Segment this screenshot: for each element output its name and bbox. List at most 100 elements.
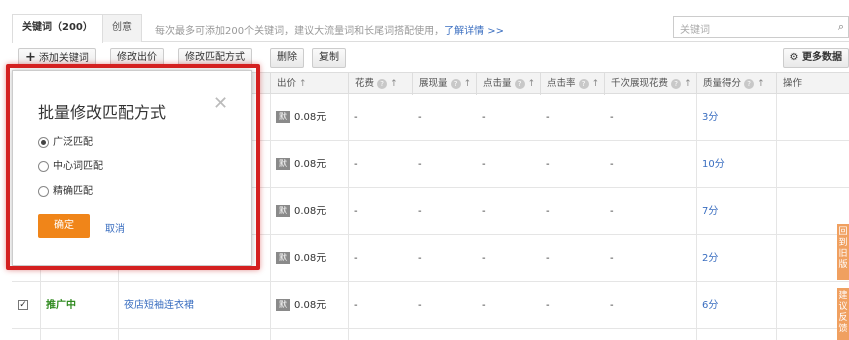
cpm-cell: - — [610, 159, 614, 170]
col-clicks-label: 点击量 — [483, 78, 512, 89]
col-price-label: 出价 — [277, 78, 297, 89]
impressions-cell: - — [418, 159, 422, 170]
price-value: 0.08元 — [294, 159, 327, 170]
impressions-cell: - — [418, 253, 422, 264]
default-price-icon: 默 — [276, 252, 290, 264]
impressions-cell: - — [418, 206, 422, 217]
radio-icon[interactable] — [38, 160, 49, 172]
price-value: 0.08元 — [294, 206, 327, 217]
search-icon[interactable]: ⌕ — [838, 20, 844, 34]
price-value: 0.08元 — [294, 112, 327, 123]
col-cpm-label: 千次展现花费 — [611, 78, 669, 89]
radio-label: 精确匹配 — [53, 186, 93, 197]
clicks-cell: - — [482, 112, 486, 123]
add-keyword-button[interactable]: + 添加关键词 — [18, 48, 96, 68]
cpm-cell: - — [610, 300, 614, 311]
help-icon[interactable]: ? — [514, 78, 525, 89]
cost-cell: - — [354, 300, 358, 311]
search-input[interactable]: 关键词 ⌕ — [673, 16, 849, 38]
ctr-cell: - — [546, 112, 550, 123]
learn-more-link[interactable]: 了解详情 >> — [444, 26, 504, 37]
close-icon[interactable]: ✕ — [213, 93, 228, 114]
help-icon[interactable]: ? — [578, 78, 589, 89]
sort-arrow-icon: ↑ — [390, 79, 398, 89]
help-icon[interactable]: ? — [671, 78, 682, 89]
batch-match-type-dialog: 批量修改匹配方式 ✕ 广泛匹配 中心词匹配 精确匹配 确定 取消 — [12, 70, 252, 266]
col-price[interactable]: 出价 ↑ — [270, 73, 348, 95]
keyword-link[interactable]: 夜店短袖连衣裙 — [118, 282, 194, 329]
search-placeholder: 关键词 — [680, 25, 710, 36]
cost-cell: - — [354, 206, 358, 217]
cost-cell: - — [354, 253, 358, 264]
table-row: ✓ 推广中 夜店短袖连衣裙 默 0.08元 - - - - - 6分 — [12, 282, 849, 329]
price-value: 0.08元 — [294, 300, 327, 311]
help-icon[interactable]: ? — [744, 78, 755, 89]
price-cell[interactable]: 默 0.08元 — [270, 94, 326, 141]
price-value: 0.08元 — [294, 253, 327, 264]
feedback-tab[interactable]: 建议反馈 — [837, 288, 849, 340]
price-cell[interactable]: 默 0.08元 — [270, 235, 326, 282]
more-data-button[interactable]: ⚙ 更多数据 — [782, 48, 849, 68]
quality-score-link[interactable]: 7分 — [696, 188, 718, 235]
confirm-button[interactable]: 确定 — [38, 214, 90, 238]
clicks-cell: - — [482, 253, 486, 264]
gear-icon: ⚙ — [789, 52, 799, 63]
col-cpm[interactable]: 千次展现花费 ? ↑ — [604, 73, 696, 95]
quality-score-link[interactable]: 10分 — [696, 141, 725, 188]
status-badge: 推广中 — [46, 300, 76, 311]
row-checkbox[interactable]: ✓ — [12, 282, 28, 329]
tab-creative[interactable]: 创意 — [102, 14, 142, 42]
radio-broad-match[interactable]: 广泛匹配 — [38, 133, 93, 148]
cpm-cell: - — [610, 112, 614, 123]
default-price-icon: 默 — [276, 299, 290, 311]
col-impressions-label: 展现量 — [419, 78, 448, 89]
plus-icon: + — [25, 50, 36, 65]
tip-text: 每次最多可添加200个关键词，建议大流量词和长尾词搭配使用，了解详情 >> — [155, 22, 504, 37]
quality-score-link[interactable]: 6分 — [696, 282, 718, 329]
help-icon[interactable]: ? — [450, 78, 461, 89]
sort-arrow-icon: ↑ — [527, 79, 536, 89]
col-clicks[interactable]: 点击量 ? ↑ — [476, 73, 540, 95]
ctr-cell: - — [546, 253, 550, 264]
default-price-icon: 默 — [276, 205, 290, 217]
ctr-cell: - — [546, 300, 550, 311]
radio-selected-icon[interactable] — [38, 136, 49, 148]
col-impressions[interactable]: 展现量 ? ↑ — [412, 73, 476, 95]
back-to-old-version-tab[interactable]: 回到旧版 — [837, 224, 849, 280]
sort-arrow-icon: ↑ — [463, 79, 472, 89]
help-icon[interactable]: ? — [377, 78, 388, 89]
price-cell[interactable]: 默 0.08元 — [270, 141, 326, 188]
col-cost[interactable]: 花费 ? ↑ — [348, 73, 412, 95]
checkbox-checked-icon[interactable]: ✓ — [18, 300, 28, 310]
col-action: 操作 — [776, 73, 849, 95]
price-cell[interactable]: 默 0.08元 — [270, 188, 326, 235]
quality-score-link[interactable]: 2分 — [696, 235, 718, 282]
col-quality[interactable]: 质量得分 ? ↑ — [696, 73, 776, 95]
delete-button[interactable]: 删除 — [270, 48, 304, 68]
col-ctr[interactable]: 点击率 ? ↑ — [540, 73, 604, 95]
radio-icon[interactable] — [38, 185, 49, 197]
sort-arrow-icon: ↑ — [757, 79, 765, 89]
impressions-cell: - — [418, 112, 422, 123]
radio-exact-match[interactable]: 精确匹配 — [38, 182, 93, 197]
cancel-button[interactable]: 取消 — [105, 220, 125, 235]
edit-bid-button[interactable]: 修改出价 — [110, 48, 164, 68]
sort-arrow-icon: ↑ — [684, 79, 692, 89]
radio-label: 广泛匹配 — [53, 137, 93, 148]
col-cost-label: 花费 — [355, 78, 375, 89]
quality-score-link[interactable]: 3分 — [696, 94, 718, 141]
cost-cell: - — [354, 112, 358, 123]
radio-core-word-match[interactable]: 中心词匹配 — [38, 157, 103, 172]
clicks-cell: - — [482, 300, 486, 311]
cost-cell: - — [354, 159, 358, 170]
default-price-icon: 默 — [276, 111, 290, 123]
add-keyword-label: 添加关键词 — [38, 53, 89, 64]
copy-button[interactable]: 复制 — [312, 48, 346, 68]
ctr-cell: - — [546, 206, 550, 217]
price-cell[interactable]: 默 0.08元 — [270, 282, 326, 329]
toolbar: + 添加关键词 修改出价 修改匹配方式 删除 复制 ⚙ 更多数据 — [12, 42, 849, 72]
sort-arrow-icon: ↑ — [299, 79, 307, 89]
edit-match-button[interactable]: 修改匹配方式 — [178, 48, 252, 68]
cpm-cell: - — [610, 253, 614, 264]
tab-keywords[interactable]: 关键词（200） — [12, 14, 103, 43]
